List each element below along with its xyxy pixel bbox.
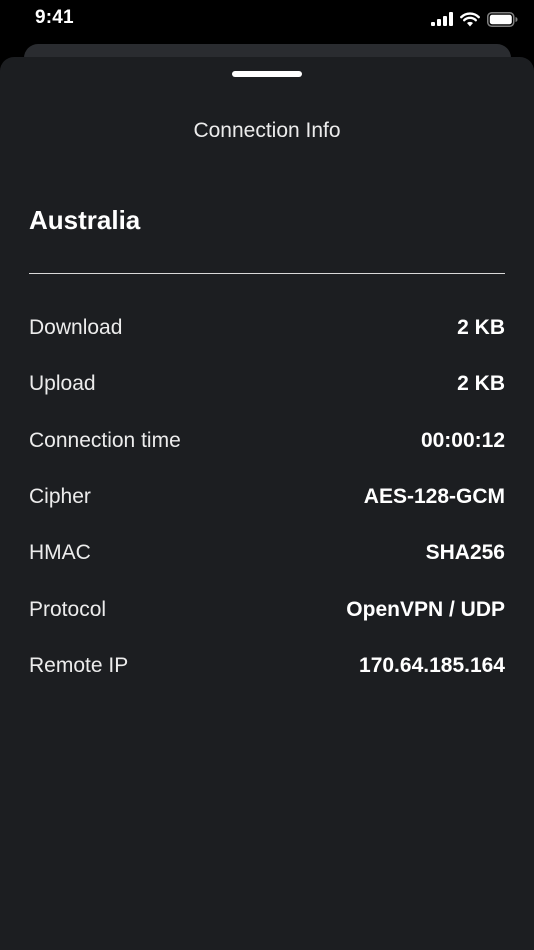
- info-value: SHA256: [425, 541, 505, 565]
- info-row-cipher: Cipher AES-128-GCM: [29, 469, 505, 525]
- country-name: Australia: [29, 205, 141, 235]
- info-value: 2 KB: [457, 316, 505, 340]
- status-time: 9:41: [35, 7, 74, 28]
- battery-icon: [487, 11, 518, 27]
- info-row-connection-time: Connection time 00:00:12: [29, 413, 505, 469]
- status-bar: 9:41: [0, 0, 534, 40]
- info-value: 2 KB: [457, 372, 505, 396]
- info-value: OpenVPN / UDP: [346, 597, 505, 621]
- info-list: Download 2 KB Upload 2 KB Connection tim…: [29, 300, 505, 694]
- info-row-download: Download 2 KB: [29, 300, 505, 356]
- info-label: Protocol: [29, 597, 107, 621]
- info-value: 00:00:12: [420, 428, 505, 452]
- info-value: AES-128-GCM: [363, 485, 505, 509]
- info-row-upload: Upload 2 KB: [29, 356, 505, 412]
- sheet-grabber-handle[interactable]: [232, 71, 302, 77]
- screen: 9:41 Connection Info Australia Download …: [0, 0, 534, 950]
- info-row-protocol: Protocol OpenVPN / UDP: [29, 581, 505, 637]
- info-label: Download: [29, 316, 123, 340]
- info-label: Connection time: [29, 428, 181, 452]
- wifi-icon: [460, 11, 480, 26]
- divider: [29, 273, 505, 274]
- status-icons: [431, 10, 518, 28]
- info-label: HMAC: [29, 541, 91, 565]
- connection-info-sheet: Connection Info Australia Download 2 KB …: [0, 57, 534, 950]
- info-row-hmac: HMAC SHA256: [29, 525, 505, 581]
- sheet-title: Connection Info: [193, 119, 341, 142]
- info-label: Upload: [29, 372, 96, 396]
- cellular-signal-icon: [431, 12, 453, 26]
- info-row-remote-ip: Remote IP 170.64.185.164: [29, 638, 505, 694]
- info-label: Cipher: [29, 485, 91, 509]
- info-label: Remote IP: [29, 653, 129, 677]
- info-value: 170.64.185.164: [359, 653, 505, 677]
